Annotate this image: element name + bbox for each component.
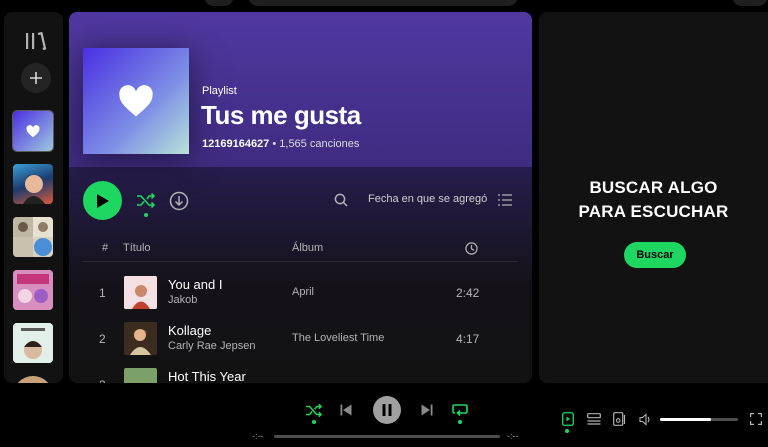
plus-icon [30,72,42,84]
heart-icon [26,124,40,137]
page-title: Tus me gusta [201,100,361,130]
playlist-cover [83,48,189,154]
track-art [124,322,157,355]
repeat-icon [452,403,468,416]
add-playlist-button[interactable] [21,63,51,93]
heart-icon [119,84,153,116]
shuffle-icon [137,192,156,208]
liked-songs-thumb[interactable] [12,110,54,152]
view-toggle-button[interactable] [497,193,513,207]
table-header: # Título Álbum [83,238,518,262]
playlist-type: Playlist [202,85,237,97]
repeat-active-dot [458,420,462,424]
play-button[interactable] [83,181,122,220]
track-art [124,368,157,383]
profile-button[interactable] [732,0,768,6]
now-playing-icon [562,412,574,426]
album-art [23,173,45,204]
elapsed-time: -:-- [252,431,264,441]
track-title[interactable]: Hot This Year [168,369,246,383]
shuffle-active-dot [144,213,148,217]
track-artist[interactable]: Carly Rae Jepsen [168,340,255,352]
track-duration: 4:17 [456,332,480,346]
col-album[interactable]: Álbum [292,242,323,254]
table-row[interactable]: 2 Kollage Carly Rae Jepsen The Loveliest… [83,317,518,361]
pause-button[interactable] [373,396,401,424]
shuffle-icon [306,403,323,417]
repeat-button[interactable] [451,401,469,419]
progress-bar[interactable] [274,435,500,438]
playlist-view: Playlist Tus me gusta 12169164627 • 1,56… [69,12,532,383]
track-title[interactable]: You and I [168,277,222,292]
now-playing-panel: BUSCAR ALGO PARA ESCUCHAR Buscar [539,12,768,383]
remaining-time: -:-- [507,431,519,441]
prev-icon [340,404,352,416]
library-item-thumb[interactable] [13,217,53,257]
search-bar[interactable] [248,0,518,6]
now-playing-view-button[interactable] [561,411,575,427]
sort-dropdown[interactable]: Fecha en que se agregó [368,193,487,205]
now-playing-active-dot [565,429,569,433]
track-title[interactable]: Kollage [168,323,211,338]
queue-button[interactable] [586,412,602,426]
mute-button[interactable] [638,412,654,426]
library-item-thumb[interactable] [13,164,53,204]
volume-icon [639,412,650,426]
track-number: 1 [99,286,106,300]
download-button[interactable] [168,190,190,212]
empty-state-message: BUSCAR ALGO PARA ESCUCHAR [578,178,729,221]
play-icon [96,193,109,208]
player-bar: -:-- -:-- [0,383,768,447]
queue-icon [587,413,601,425]
search-in-playlist-button[interactable] [333,192,349,208]
playlist-owner[interactable]: 12169164627 [202,138,269,150]
pause-icon [382,404,392,416]
clock-icon [465,242,478,255]
shuffle-active-dot [312,420,316,424]
volume-slider[interactable] [660,418,738,421]
track-album[interactable]: April [292,286,314,298]
next-button[interactable] [419,402,435,418]
album-art [13,323,53,363]
song-count: 1,565 canciones [279,138,360,150]
next-icon [421,404,433,416]
track-number: 2 [99,332,106,346]
connect-device-icon [613,412,626,426]
library-item-thumb[interactable] [13,376,53,383]
track-album[interactable]: The Loveliest Time [292,332,384,344]
library-sidebar [4,12,63,383]
library-item-thumb[interactable] [13,270,53,310]
table-row[interactable]: 3 Hot This Year [83,363,518,383]
previous-button[interactable] [338,402,354,418]
track-artist[interactable]: Jakob [168,294,197,306]
search-icon [334,193,348,207]
home-button[interactable] [204,0,234,6]
meta-separator: • [269,138,280,150]
shuffle-button[interactable] [135,190,157,210]
fullscreen-button[interactable] [749,412,763,426]
library-icon[interactable] [25,32,47,50]
table-row[interactable]: 1 You and I Jakob April 2:42 [83,271,518,315]
volume-level [660,418,711,421]
col-title[interactable]: Título [123,242,151,254]
playlist-meta: 12169164627 • 1,565 canciones [202,138,359,150]
shuffle-button[interactable] [304,401,324,419]
col-number: # [102,242,109,254]
fullscreen-icon [750,413,762,425]
track-duration: 2:42 [456,286,480,300]
album-art [13,217,53,257]
connect-device-button[interactable] [612,411,628,427]
download-icon [169,191,189,211]
list-icon [498,194,512,206]
library-item-thumb[interactable] [13,323,53,363]
search-button[interactable]: Buscar [624,242,686,268]
album-art [13,270,53,310]
top-bar [0,0,768,12]
track-art [124,276,157,309]
